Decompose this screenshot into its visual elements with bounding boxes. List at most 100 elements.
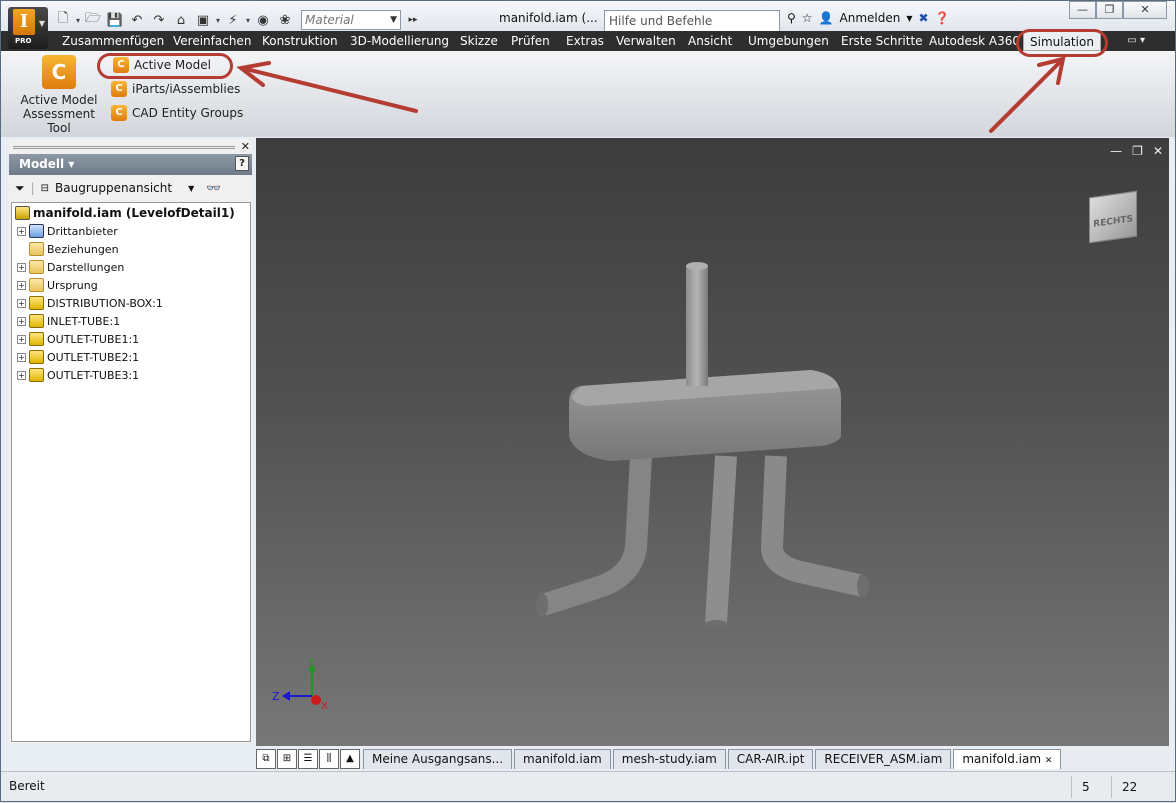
tab-zusammenfuegen[interactable]: Zusammenfügen <box>62 31 164 51</box>
tree-node-distribution-box[interactable]: + DISTRIBUTION-BOX:1 <box>17 294 163 312</box>
arrange-up-icon[interactable]: ▲ <box>340 749 360 769</box>
tab-extras[interactable]: Extras <box>566 31 604 51</box>
tree-root[interactable]: manifold.iam (LevelofDetail1) <box>15 204 235 222</box>
exchange-icon[interactable]: ✖ <box>919 11 929 25</box>
status-text: Bereit <box>9 779 45 793</box>
application-window: I PRO ▼ 🗋 ▾ 🗁 💾 ↶ ↷ ⌂ ▣ ▾ ⚡ ▾ ◉ ❀ Material ▼… <box>0 0 1176 802</box>
tab-vereinfachen[interactable]: Vereinfachen <box>173 31 251 51</box>
undo-icon[interactable]: ↶ <box>127 10 147 30</box>
update-icon[interactable]: ⚡ <box>223 10 243 30</box>
tab-3d-modellierung[interactable]: 3D-Modellierung <box>350 31 449 51</box>
document-tab-bar: ⧉ ⊞ ☰ ⫼ ▲ Meine Ausgangsans... manifold.… <box>256 749 1169 769</box>
tab-verwalten[interactable]: Verwalten <box>616 31 676 51</box>
tab-umgebungen[interactable]: Umgebungen <box>748 31 829 51</box>
iparts-label: iParts/iAssemblies <box>132 82 241 96</box>
chevron-down-icon[interactable]: ▾ <box>215 16 221 25</box>
tree-node-beziehungen[interactable]: Beziehungen <box>29 240 119 258</box>
doc-tab-manifold[interactable]: manifold.iam <box>514 749 611 769</box>
node-label: INLET-TUBE:1 <box>47 314 121 328</box>
active-model-assessment-tool-button[interactable]: C Active Model Assessment Tool <box>13 55 105 135</box>
tree-node-outlet-tube2[interactable]: + OUTLET-TUBE2:1 <box>17 348 139 366</box>
search-input[interactable]: Hilfe und Befehle durchsuchen... <box>604 10 780 48</box>
chevron-down-icon[interactable]: ▾ <box>75 16 81 25</box>
chevron-down-icon[interactable]: ▼ <box>188 184 194 193</box>
node-label: Ursprung <box>47 278 98 292</box>
expand-icon[interactable]: + <box>17 298 26 308</box>
tree-node-outlet-tube3[interactable]: + OUTLET-TUBE3:1 <box>17 366 139 384</box>
tube-end <box>857 574 869 598</box>
chevron-down-icon[interactable]: ▾ <box>245 16 251 25</box>
browser-title[interactable]: Modell <box>19 157 64 171</box>
signin-link[interactable]: Anmelden <box>840 11 901 25</box>
expand-icon[interactable]: + <box>17 352 26 362</box>
overflow-icon[interactable]: ▸▸ <box>403 10 423 30</box>
tab-erste-schritte[interactable]: Erste Schritte <box>841 31 923 51</box>
material-dropdown[interactable]: Material ▼ <box>301 10 401 30</box>
chevron-down-icon[interactable]: ▼ <box>906 14 912 23</box>
new-file-icon[interactable]: 🗋 <box>53 10 73 30</box>
tab-skizze[interactable]: Skizze <box>460 31 498 51</box>
help-icon[interactable]: ? <box>235 156 249 171</box>
tab-pruefen[interactable]: Prüfen <box>511 31 550 51</box>
tile-vertical-icon[interactable]: ⫼ <box>319 749 339 769</box>
quick-access-toolbar: 🗋 ▾ 🗁 💾 ↶ ↷ ⌂ ▣ ▾ ⚡ ▾ ◉ ❀ Material ▼ ▸▸ <box>53 9 423 31</box>
tree-node-darstellungen[interactable]: + Darstellungen <box>17 258 124 276</box>
home-icon[interactable]: ⌂ <box>171 10 191 30</box>
node-label: OUTLET-TUBE2:1 <box>47 350 140 364</box>
expand-icon[interactable]: + <box>17 316 26 326</box>
close-icon[interactable]: ✕ <box>1123 1 1167 19</box>
expand-icon[interactable]: + <box>17 280 26 290</box>
panel-toggle-icon[interactable]: ▭ ▾ <box>1127 35 1145 46</box>
tree-node-inlet-tube[interactable]: + INLET-TUBE:1 <box>17 312 120 330</box>
doc-tab-home[interactable]: Meine Ausgangsans... <box>363 749 513 769</box>
help-icon[interactable]: ❓ <box>935 11 950 25</box>
tab-konstruktion[interactable]: Konstruktion <box>262 31 338 51</box>
browser-toolbar: ⏷ | ⊟ Baugruppenansicht ▼ 👓 <box>9 176 252 200</box>
chevron-down-icon: ▼ <box>390 15 397 25</box>
cad-tool-icon: C <box>111 105 127 121</box>
binoculars-icon[interactable]: 👓 <box>206 181 221 195</box>
cad-entity-groups-button[interactable]: C CAD Entity Groups <box>111 103 243 123</box>
tree-node-outlet-tube1[interactable]: + OUTLET-TUBE1:1 <box>17 330 139 348</box>
tab-autodesk-a360[interactable]: Autodesk A360 <box>929 31 1020 51</box>
pane-grip[interactable]: ✕ <box>9 139 252 155</box>
doc-tab-receiver-asm[interactable]: RECEIVER_ASM.iam <box>815 749 952 769</box>
redo-icon[interactable]: ↷ <box>149 10 169 30</box>
close-icon[interactable]: ✕ <box>241 140 250 153</box>
doc-tab-mesh-study[interactable]: mesh-study.iam <box>612 749 726 769</box>
model-browser-pane: ✕ Modell ▾ ? ⏷ | ⊟ Baugruppenansicht ▼ 👓… <box>9 139 252 743</box>
star-icon[interactable]: ☆ <box>802 11 813 25</box>
application-menu-button[interactable]: I PRO ▼ <box>8 7 48 49</box>
tile-icon[interactable]: ⊞ <box>277 749 297 769</box>
minimize-icon[interactable]: — <box>1069 1 1096 19</box>
expand-icon[interactable]: + <box>17 226 26 236</box>
image-icon[interactable]: ▣ <box>193 10 213 30</box>
filter-icon[interactable]: ⏷ <box>15 181 25 196</box>
tab-ansicht[interactable]: Ansicht <box>688 31 732 51</box>
save-icon[interactable]: 💾 <box>105 10 125 30</box>
expand-icon[interactable]: + <box>17 262 26 272</box>
restore-icon[interactable]: ❐ <box>1096 1 1123 19</box>
user-icon[interactable]: 👤 <box>819 11 834 25</box>
grip-lines <box>13 146 235 149</box>
tile-horizontal-icon[interactable]: ☰ <box>298 749 318 769</box>
iparts-iassemblies-button[interactable]: CiParts/iAssemblies <box>111 79 240 99</box>
appearance-icon[interactable]: ❀ <box>275 10 295 30</box>
doc-tab-manifold-active[interactable]: manifold.iam ✕ <box>953 749 1062 769</box>
chevron-down-icon[interactable]: ▾ <box>64 157 74 171</box>
tree-node-ursprung[interactable]: + Ursprung <box>17 276 98 294</box>
cascade-icon[interactable]: ⧉ <box>256 749 276 769</box>
open-file-icon[interactable]: 🗁 <box>83 10 103 30</box>
expand-icon[interactable]: + <box>17 334 26 344</box>
select-icon[interactable]: ◉ <box>253 10 273 30</box>
binoculars-icon[interactable]: ⚲ <box>787 11 796 25</box>
window-title: manifold.iam (... <box>499 11 598 25</box>
manifold-model[interactable]: Y Z X <box>256 138 1169 746</box>
close-icon[interactable]: ✕ <box>1045 756 1053 766</box>
doc-tab-car-air[interactable]: CAR-AIR.ipt <box>727 749 814 769</box>
title-right-tools: ⚲ ☆ 👤 Anmelden ▼ ✖ ❓ <box>787 11 950 25</box>
expand-icon[interactable]: + <box>17 370 26 380</box>
tree-node-drittanbieter[interactable]: + Drittanbieter <box>17 222 118 240</box>
graphics-viewport[interactable]: — ❐ ✕ RECHTS Y Z X <box>256 138 1169 746</box>
view-select[interactable]: Baugruppenansicht <box>55 181 172 195</box>
